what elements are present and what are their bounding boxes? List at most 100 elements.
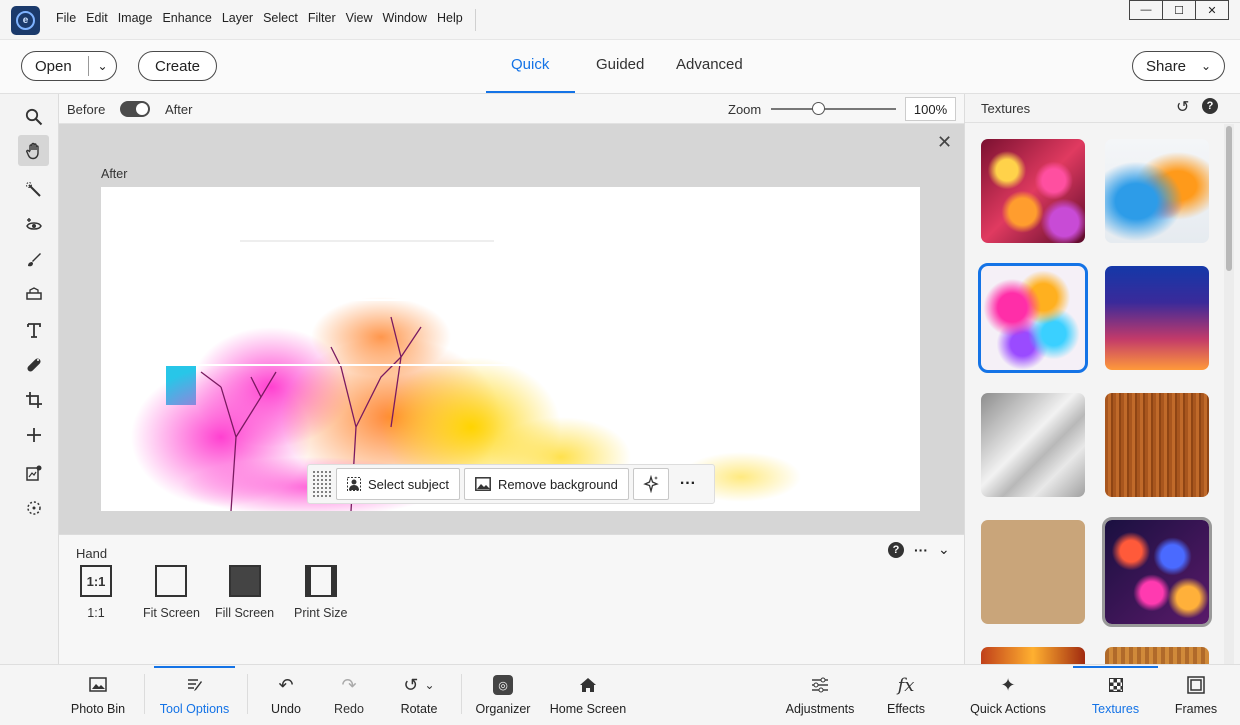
menu-file[interactable]: File — [56, 11, 76, 25]
tab-guided[interactable]: Guided — [596, 56, 644, 73]
texture-bokeh-hearts[interactable] — [981, 139, 1085, 243]
rotate-icon: ↺ ⌄ — [403, 674, 435, 695]
minimize-button[interactable]: — — [1130, 1, 1163, 19]
content-aware-move-tool-icon[interactable] — [18, 457, 49, 488]
quick-selection-tool-icon[interactable] — [18, 174, 49, 205]
document-image[interactable] — [101, 187, 920, 511]
effects-label: Effects — [887, 702, 925, 716]
actual-size-button[interactable]: 1:1 1:1 — [80, 565, 112, 620]
before-after-toggle[interactable] — [120, 101, 150, 117]
fill-screen-button[interactable]: Fill Screen — [215, 565, 274, 620]
texture-light-leaks-grey[interactable] — [981, 393, 1085, 497]
whiten-teeth-tool-icon[interactable] — [18, 244, 49, 275]
active-tab-indicator — [486, 91, 575, 93]
effects-button[interactable]: fx Effects — [882, 665, 930, 725]
image-icon — [474, 477, 491, 491]
adjustments-button[interactable]: Adjustments — [782, 665, 858, 725]
reset-icon[interactable]: ↺ — [1176, 97, 1189, 117]
create-button[interactable]: Create — [138, 51, 217, 81]
panel-controls: ? ··· ⌄ — [888, 541, 950, 558]
photo-bin-button[interactable]: Photo Bin — [62, 665, 134, 725]
menu-select[interactable]: Select — [263, 11, 298, 25]
open-button[interactable]: Open ⌄ — [21, 51, 117, 81]
menu-list: File Edit Image Enhance Layer Select Fil… — [56, 11, 473, 25]
texture-bokeh-colorful[interactable] — [1102, 517, 1212, 627]
straighten-tool-icon[interactable] — [18, 279, 49, 310]
menu-filter[interactable]: Filter — [308, 11, 336, 25]
home-screen-label: Home Screen — [549, 702, 627, 716]
menu-enhance[interactable]: Enhance — [162, 11, 211, 25]
texture-paint-splash[interactable] — [978, 263, 1088, 373]
help-icon[interactable]: ? — [888, 541, 904, 558]
texture-kraft-paper[interactable] — [981, 520, 1085, 624]
fill-screen-icon — [228, 565, 261, 597]
texture-wood-grain[interactable] — [1105, 393, 1209, 497]
frames-button[interactable]: Frames — [1170, 665, 1222, 725]
close-icon[interactable]: ✕ — [937, 132, 952, 153]
crop-tool-icon[interactable] — [18, 384, 49, 415]
auto-enhance-button[interactable] — [632, 468, 669, 500]
organizer-button[interactable]: ◎ Organizer — [472, 665, 534, 725]
fit-screen-button[interactable]: Fit Screen — [143, 565, 200, 620]
toolbox — [0, 94, 59, 664]
photo-bin-icon — [89, 674, 107, 696]
chevron-down-icon[interactable]: ⌄ — [89, 59, 116, 73]
menu-help[interactable]: Help — [437, 11, 463, 25]
menu-window[interactable]: Window — [383, 11, 427, 25]
textures-scrollbar[interactable] — [1224, 124, 1234, 664]
lasso-tool-icon[interactable] — [18, 492, 49, 523]
red-eye-tool-icon[interactable] — [18, 209, 49, 240]
undo-label: Undo — [271, 702, 301, 716]
photo-bin-label: Photo Bin — [70, 702, 126, 716]
more-icon[interactable]: ··· — [914, 542, 928, 558]
tab-quick[interactable]: Quick — [511, 56, 549, 73]
move-tool-icon[interactable] — [18, 419, 49, 450]
chevron-down-icon: ⌄ — [1201, 59, 1212, 73]
zoom-input[interactable]: 100% — [905, 97, 956, 121]
zoom-slider[interactable] — [771, 108, 896, 110]
hand-tool-icon[interactable] — [18, 135, 49, 166]
texture-blue-orange-gradient[interactable] — [1105, 266, 1209, 370]
quick-actions-label: Quick Actions — [970, 702, 1046, 716]
scrollbar-thumb[interactable] — [1226, 126, 1232, 271]
help-icon[interactable]: ? — [1202, 98, 1218, 114]
menu-view[interactable]: View — [346, 11, 373, 25]
tree-photo — [131, 240, 801, 511]
before-label: Before — [67, 102, 106, 117]
menu-edit[interactable]: Edit — [86, 11, 108, 25]
type-tool-icon[interactable] — [18, 314, 49, 345]
menu-image[interactable]: Image — [118, 11, 153, 25]
menu-layer[interactable]: Layer — [222, 11, 253, 25]
texture-fire-bokeh[interactable] — [981, 647, 1085, 664]
bottom-taskbar: Photo Bin Tool Options ↶ Undo ↷ Redo ↺ ⌄ … — [0, 664, 1240, 725]
sparkle-icon — [643, 475, 659, 493]
remove-background-button[interactable]: Remove background — [463, 468, 629, 500]
textures-button[interactable]: Textures — [1073, 665, 1158, 725]
tab-advanced[interactable]: Advanced — [676, 56, 743, 73]
taskbar-divider — [247, 674, 248, 714]
rotate-button[interactable]: ↺ ⌄ Rotate — [393, 665, 445, 725]
redo-button[interactable]: ↷ Redo — [325, 665, 373, 725]
quick-actions-button[interactable]: ✦ Quick Actions — [966, 665, 1050, 725]
tool-options-button[interactable]: Tool Options — [154, 665, 235, 725]
select-subject-button[interactable]: Select subject — [336, 468, 460, 500]
zoom-slider-handle[interactable] — [812, 102, 825, 115]
drag-handle-icon[interactable] — [312, 470, 332, 498]
zoom-tool-icon[interactable] — [18, 101, 49, 132]
undo-button[interactable]: ↶ Undo — [262, 665, 310, 725]
textures-panel-header: Textures ↺ ? — [965, 94, 1240, 123]
share-button[interactable]: Share ⌄ — [1132, 51, 1225, 81]
maximize-button[interactable]: ☐ — [1163, 1, 1196, 19]
close-window-button[interactable]: ✕ — [1196, 1, 1228, 19]
chevron-down-icon[interactable]: ⌄ — [938, 541, 950, 558]
more-options-icon[interactable]: ··· — [673, 475, 703, 493]
redo-icon: ↷ — [341, 674, 357, 695]
texture-wood-planks[interactable] — [1105, 647, 1209, 664]
texture-watercolor-smoke[interactable] — [1105, 139, 1209, 243]
print-size-button[interactable]: Print Size — [294, 565, 348, 620]
fit-screen-label: Fit Screen — [143, 606, 200, 620]
home-screen-button[interactable]: Home Screen — [547, 665, 629, 725]
spot-healing-tool-icon[interactable] — [18, 349, 49, 380]
frame-icon — [1187, 674, 1205, 696]
print-size-icon — [304, 565, 337, 597]
